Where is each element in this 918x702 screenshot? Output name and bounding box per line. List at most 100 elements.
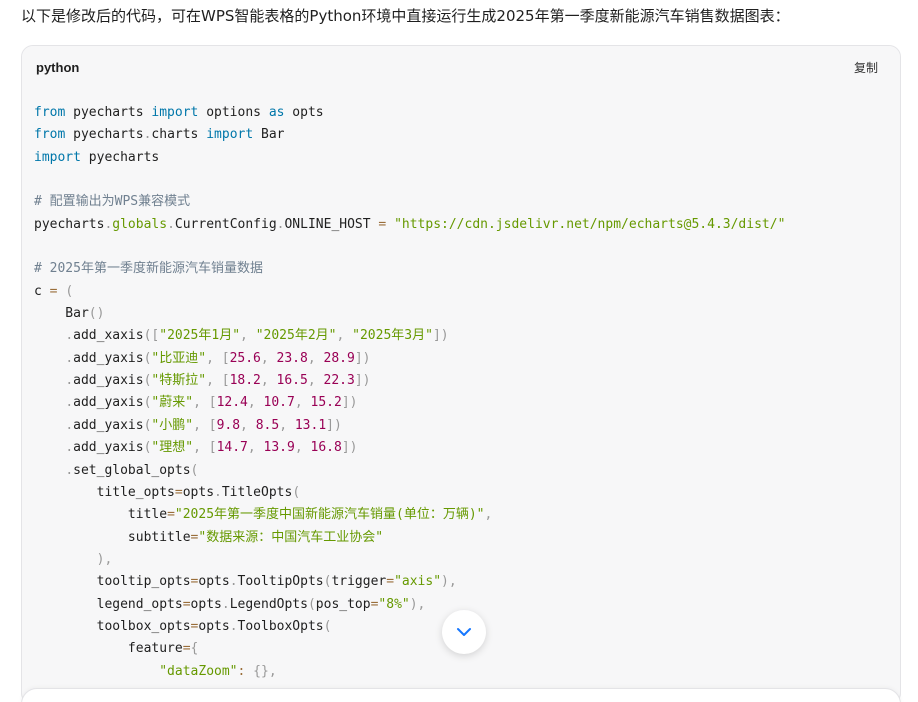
- bottom-input-panel: [21, 688, 901, 702]
- code-line: ),: [34, 549, 900, 571]
- code-token: title: [34, 507, 168, 523]
- code-token: ,: [260, 373, 269, 389]
- code-token: =: [182, 641, 191, 657]
- code-token: [: [221, 350, 230, 366]
- code-token: .: [65, 417, 74, 433]
- code-token: from: [34, 127, 66, 143]
- code-token: tooltip_opts: [34, 574, 191, 590]
- code-token: Bar: [34, 306, 89, 322]
- copy-button[interactable]: 复制: [854, 59, 878, 76]
- code-token: .: [65, 440, 74, 456]
- code-token: ,: [193, 417, 201, 433]
- code-token: ,: [307, 373, 316, 389]
- code-token: 15.2: [310, 395, 342, 411]
- code-token: ]): [341, 395, 358, 411]
- code-token: .: [167, 216, 175, 232]
- code-token: ,: [206, 350, 214, 366]
- code-token: "数据来源：中国汽车工业协会": [198, 529, 384, 545]
- code-token: ,: [279, 417, 288, 433]
- code-token: ]): [326, 417, 342, 433]
- code-token: subtitle: [34, 529, 191, 545]
- code-token: LegendOpts: [229, 596, 308, 612]
- code-line: c = (: [34, 281, 900, 303]
- code-token: charts: [151, 127, 207, 143]
- code-token: opts: [198, 574, 230, 590]
- code-token: (: [65, 283, 74, 299]
- code-token: =: [386, 574, 395, 590]
- code-line: # 配置输出为WPS兼容模式: [34, 191, 900, 213]
- code-line: title="2025年第一季度中国新能源汽车销量(单位：万辆)",: [34, 504, 900, 526]
- code-token: [: [221, 373, 230, 389]
- code-token: pyecharts: [34, 216, 105, 232]
- code-token: ,: [206, 373, 214, 389]
- code-token: toolbox_opts: [34, 618, 191, 634]
- code-token: =: [167, 507, 175, 523]
- code-block: python 复制 from pyecharts import options …: [21, 45, 901, 702]
- code-token: "2025年2月": [255, 328, 337, 344]
- code-token: 13.1: [294, 417, 327, 433]
- code-token: .: [65, 395, 74, 411]
- code-token: 22.3: [323, 373, 355, 389]
- code-line: .add_yaxis("特斯拉", [18.2, 16.5, 22.3]): [34, 370, 900, 392]
- code-line: Bar(): [34, 303, 900, 325]
- code-token: options: [198, 105, 269, 120]
- code-token: [: [208, 395, 217, 411]
- code-token: (): [88, 306, 105, 322]
- code-token: .: [65, 328, 74, 344]
- code-line: # 2025年第一季度新能源汽车销量数据: [34, 258, 900, 280]
- code-line: .add_yaxis("理想", [14.7, 13.9, 16.8]): [34, 437, 900, 459]
- chevron-down-icon: [457, 628, 471, 636]
- code-token: .: [65, 350, 74, 366]
- code-token: "2025年1月": [159, 328, 241, 344]
- code-token: .: [221, 596, 230, 612]
- code-token: TitleOpts: [221, 484, 293, 500]
- code-token: opts: [284, 105, 324, 120]
- code-line: from pyecharts.charts import Bar: [34, 124, 900, 146]
- code-token: add_xaxis: [73, 328, 144, 344]
- code-token: ]): [354, 350, 371, 366]
- code-token: .: [214, 484, 222, 500]
- code-token: trigger: [331, 574, 387, 590]
- code-line: title_opts=opts.TitleOpts(: [34, 482, 900, 504]
- code-line: .add_xaxis(["2025年1月", "2025年2月", "2025年…: [34, 325, 900, 347]
- code-line: subtitle="数据来源：中国汽车工业协会": [34, 527, 900, 549]
- code-token: opts: [182, 484, 215, 500]
- code-token: (: [292, 484, 301, 500]
- scroll-down-button[interactable]: [442, 610, 486, 654]
- code-line: .set_global_opts(: [34, 460, 900, 482]
- code-token: # 配置输出为WPS兼容模式: [34, 194, 191, 210]
- code-token: import: [206, 127, 254, 143]
- code-token: set_global_opts: [73, 462, 191, 478]
- code-token: "特斯拉": [151, 373, 207, 389]
- code-token: .: [229, 618, 238, 634]
- code-token: .: [65, 462, 74, 478]
- code-token: add_yaxis: [73, 417, 144, 433]
- code-token: 10.7: [263, 395, 295, 411]
- code-token: add_yaxis: [73, 440, 144, 456]
- code-line: tooltip_opts=opts.TooltipOpts(trigger="a…: [34, 571, 900, 593]
- code-token: {},: [253, 663, 277, 679]
- code-token: "dataZoom": [159, 663, 238, 679]
- code-token: "比亚迪": [151, 350, 207, 366]
- code-token: ,: [247, 440, 256, 456]
- code-token: 16.8: [310, 440, 342, 456]
- code-token: ([: [143, 328, 160, 344]
- code-token: ,: [294, 440, 303, 456]
- code-token: "8%": [378, 596, 410, 612]
- code-token: =: [182, 596, 191, 612]
- code-token: "理想": [151, 440, 194, 456]
- code-token: ,: [247, 395, 256, 411]
- code-token: legend_opts: [34, 596, 183, 612]
- code-token: {: [190, 641, 199, 657]
- code-language-label: python: [36, 59, 80, 75]
